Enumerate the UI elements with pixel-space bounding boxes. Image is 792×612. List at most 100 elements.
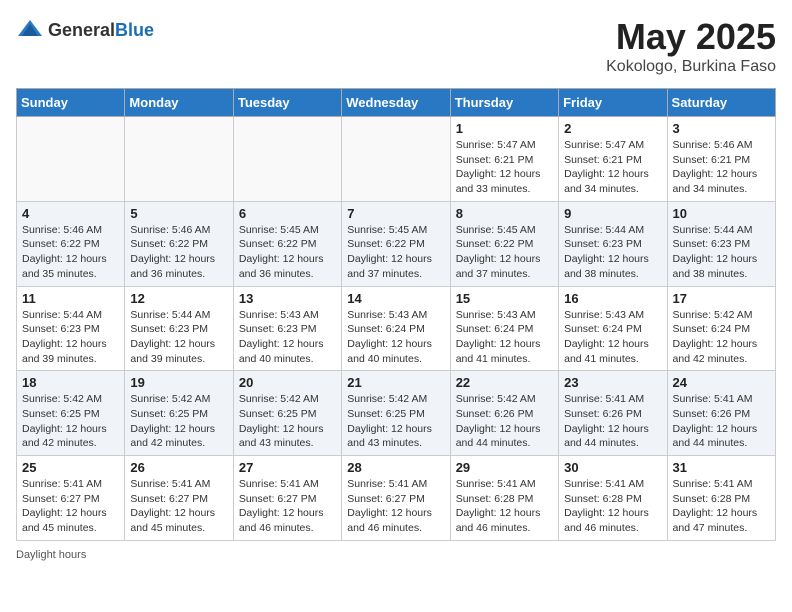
calendar-cell: 3 Sunrise: 5:46 AM Sunset: 6:21 PM Daylig… (667, 117, 775, 202)
day-info: Sunrise: 5:46 AM Sunset: 6:21 PM Dayligh… (673, 138, 770, 197)
day-number: 2 (564, 121, 661, 136)
day-number: 20 (239, 375, 336, 390)
day-number: 18 (22, 375, 119, 390)
calendar-cell: 11Sunrise: 5:44 AM Sunset: 6:23 PM Dayli… (17, 286, 125, 371)
day-number: 10 (673, 206, 770, 221)
day-number: 14 (347, 291, 444, 306)
calendar-cell: 18Sunrise: 5:42 AM Sunset: 6:25 PM Dayli… (17, 371, 125, 456)
day-number: 7 (347, 206, 444, 221)
title-block: May 2025 Kokologo, Burkina Faso (606, 16, 776, 76)
calendar-cell: 8 Sunrise: 5:45 AM Sunset: 6:22 PM Daylig… (450, 201, 558, 286)
day-info: Sunrise: 5:45 AM Sunset: 6:22 PM Dayligh… (239, 223, 336, 282)
day-number: 21 (347, 375, 444, 390)
calendar-cell: 19 Sunrise: 5:42 AM Sunset: 6:25 PM Dayli… (125, 371, 233, 456)
day-info: Sunrise: 5:44 AM Sunset: 6:23 PM Dayligh… (130, 308, 227, 367)
day-info: Sunrise: 5:44 AM Sunset: 6:23 PM Dayligh… (673, 223, 770, 282)
day-info: Sunrise: 5:43 AM Sunset: 6:23 PM Dayligh… (239, 308, 336, 367)
day-info: Sunrise: 5:41 AM Sunset: 6:28 PM Dayligh… (564, 477, 661, 536)
logo-blue-text: Blue (115, 20, 154, 40)
calendar-cell: 13 Sunrise: 5:43 AM Sunset: 6:23 PM Dayli… (233, 286, 341, 371)
calendar-cell: 17Sunrise: 5:42 AM Sunset: 6:24 PM Dayli… (667, 286, 775, 371)
day-info: Sunrise: 5:43 AM Sunset: 6:24 PM Dayligh… (456, 308, 553, 367)
day-info: Sunrise: 5:42 AM Sunset: 6:25 PM Dayligh… (130, 392, 227, 451)
day-info: Sunrise: 5:42 AM Sunset: 6:25 PM Dayligh… (239, 392, 336, 451)
day-info: Sunrise: 5:41 AM Sunset: 6:26 PM Dayligh… (564, 392, 661, 451)
day-number: 1 (456, 121, 553, 136)
calendar-day-header: Tuesday (233, 89, 341, 117)
day-number: 31 (673, 460, 770, 475)
calendar-cell: 12 Sunrise: 5:44 AM Sunset: 6:23 PM Dayli… (125, 286, 233, 371)
day-number: 27 (239, 460, 336, 475)
calendar-cell: 1 Sunrise: 5:47 AM Sunset: 6:21 PM Daylig… (450, 117, 558, 202)
calendar-day-header: Friday (559, 89, 667, 117)
day-info: Sunrise: 5:46 AM Sunset: 6:22 PM Dayligh… (130, 223, 227, 282)
day-info: Sunrise: 5:41 AM Sunset: 6:27 PM Dayligh… (347, 477, 444, 536)
calendar-day-header: Monday (125, 89, 233, 117)
day-number: 25 (22, 460, 119, 475)
day-info: Sunrise: 5:41 AM Sunset: 6:27 PM Dayligh… (22, 477, 119, 536)
footer-note: Daylight hours (16, 549, 776, 561)
day-info: Sunrise: 5:42 AM Sunset: 6:25 PM Dayligh… (347, 392, 444, 451)
day-info: Sunrise: 5:45 AM Sunset: 6:22 PM Dayligh… (347, 223, 444, 282)
calendar-cell: 14Sunrise: 5:43 AM Sunset: 6:24 PM Dayli… (342, 286, 450, 371)
calendar-cell: 7 Sunrise: 5:45 AM Sunset: 6:22 PM Daylig… (342, 201, 450, 286)
day-info: Sunrise: 5:43 AM Sunset: 6:24 PM Dayligh… (564, 308, 661, 367)
day-number: 28 (347, 460, 444, 475)
day-info: Sunrise: 5:44 AM Sunset: 6:23 PM Dayligh… (564, 223, 661, 282)
day-number: 3 (673, 121, 770, 136)
day-number: 8 (456, 206, 553, 221)
calendar-cell: 4 Sunrise: 5:46 AM Sunset: 6:22 PM Daylig… (17, 201, 125, 286)
logo-general-text: General (48, 20, 115, 40)
day-info: Sunrise: 5:41 AM Sunset: 6:28 PM Dayligh… (673, 477, 770, 536)
calendar-cell: 5 Sunrise: 5:46 AM Sunset: 6:22 PM Daylig… (125, 201, 233, 286)
day-number: 23 (564, 375, 661, 390)
calendar-table: SundayMondayTuesdayWednesdayThursdayFrid… (16, 88, 776, 541)
day-number: 24 (673, 375, 770, 390)
day-info: Sunrise: 5:47 AM Sunset: 6:21 PM Dayligh… (456, 138, 553, 197)
calendar-cell: 22 Sunrise: 5:42 AM Sunset: 6:26 PM Dayli… (450, 371, 558, 456)
day-number: 13 (239, 291, 336, 306)
calendar-cell: 26 Sunrise: 5:41 AM Sunset: 6:27 PM Dayli… (125, 456, 233, 541)
day-number: 9 (564, 206, 661, 221)
calendar-day-header: Sunday (17, 89, 125, 117)
calendar-cell: 20 Sunrise: 5:42 AM Sunset: 6:25 PM Dayli… (233, 371, 341, 456)
day-number: 16 (564, 291, 661, 306)
calendar-cell: 29 Sunrise: 5:41 AM Sunset: 6:28 PM Dayli… (450, 456, 558, 541)
calendar-cell: 6 Sunrise: 5:45 AM Sunset: 6:22 PM Daylig… (233, 201, 341, 286)
day-number: 6 (239, 206, 336, 221)
calendar-cell: 27Sunrise: 5:41 AM Sunset: 6:27 PM Dayli… (233, 456, 341, 541)
calendar-cell (125, 117, 233, 202)
calendar-cell: 28 Sunrise: 5:41 AM Sunset: 6:27 PM Dayli… (342, 456, 450, 541)
day-number: 30 (564, 460, 661, 475)
calendar-cell: 23 Sunrise: 5:41 AM Sunset: 6:26 PM Dayli… (559, 371, 667, 456)
day-number: 5 (130, 206, 227, 221)
day-number: 4 (22, 206, 119, 221)
day-info: Sunrise: 5:46 AM Sunset: 6:22 PM Dayligh… (22, 223, 119, 282)
page-header: GeneralBlue May 2025 Kokologo, Burkina F… (16, 16, 776, 76)
calendar-header-row: SundayMondayTuesdayWednesdayThursdayFrid… (17, 89, 776, 117)
day-number: 11 (22, 291, 119, 306)
day-number: 29 (456, 460, 553, 475)
day-info: Sunrise: 5:42 AM Sunset: 6:26 PM Dayligh… (456, 392, 553, 451)
day-info: Sunrise: 5:45 AM Sunset: 6:22 PM Dayligh… (456, 223, 553, 282)
calendar-cell: 16 Sunrise: 5:43 AM Sunset: 6:24 PM Dayli… (559, 286, 667, 371)
calendar-cell: 15Sunrise: 5:43 AM Sunset: 6:24 PM Dayli… (450, 286, 558, 371)
day-number: 26 (130, 460, 227, 475)
calendar-cell: 25 Sunrise: 5:41 AM Sunset: 6:27 PM Dayli… (17, 456, 125, 541)
calendar-day-header: Saturday (667, 89, 775, 117)
day-number: 12 (130, 291, 227, 306)
calendar-day-header: Wednesday (342, 89, 450, 117)
calendar-cell: 21 Sunrise: 5:42 AM Sunset: 6:25 PM Dayli… (342, 371, 450, 456)
day-info: Sunrise: 5:41 AM Sunset: 6:28 PM Dayligh… (456, 477, 553, 536)
day-number: 22 (456, 375, 553, 390)
day-number: 19 (130, 375, 227, 390)
calendar-cell: 24Sunrise: 5:41 AM Sunset: 6:26 PM Dayli… (667, 371, 775, 456)
logo: GeneralBlue (16, 16, 154, 44)
calendar-cell: 31 Sunrise: 5:41 AM Sunset: 6:28 PM Dayli… (667, 456, 775, 541)
day-info: Sunrise: 5:42 AM Sunset: 6:24 PM Dayligh… (673, 308, 770, 367)
calendar-cell (17, 117, 125, 202)
day-info: Sunrise: 5:41 AM Sunset: 6:27 PM Dayligh… (130, 477, 227, 536)
calendar-cell: 2Sunrise: 5:47 AM Sunset: 6:21 PM Daylig… (559, 117, 667, 202)
calendar-location: Kokologo, Burkina Faso (606, 58, 776, 76)
calendar-day-header: Thursday (450, 89, 558, 117)
